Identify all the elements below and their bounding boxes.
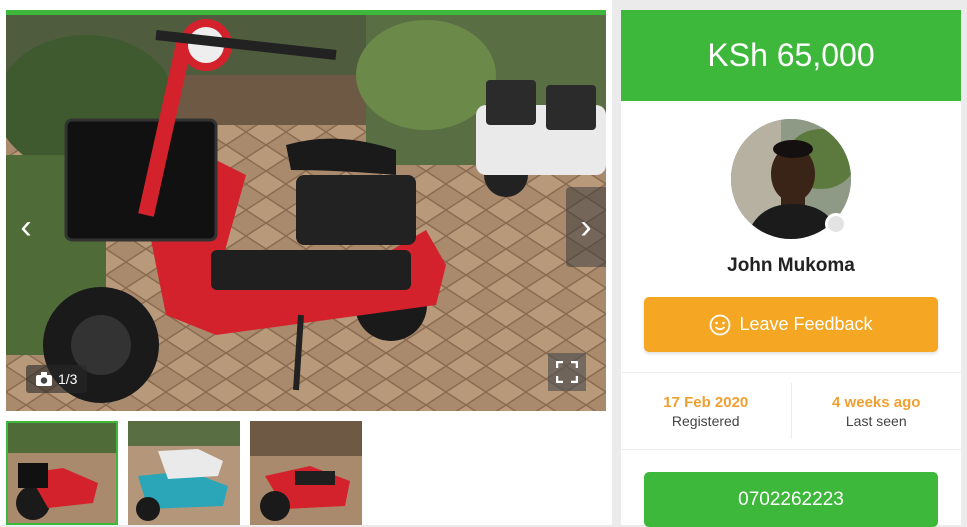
seller-card: KSh 65,000 John Mukoma Leave Feedback 17…: [621, 10, 961, 527]
thumbnail-strip: [6, 421, 362, 525]
chevron-left-icon: ‹: [20, 207, 32, 246]
fullscreen-icon: [556, 361, 578, 383]
smile-icon: [710, 314, 731, 335]
price-banner: KSh 65,000: [621, 10, 961, 101]
photo-counter: 1/3: [26, 365, 88, 393]
show-phone-button[interactable]: 0702262223: [644, 472, 938, 527]
thumbnail-image: [250, 421, 362, 525]
fullscreen-button[interactable]: [548, 353, 586, 391]
thumbnail-3[interactable]: [250, 421, 362, 525]
seller-avatar-wrap: [731, 119, 851, 239]
registered-stat: 17 Feb 2020 Registered: [621, 373, 791, 449]
scooter-photo: [6, 15, 606, 411]
last-seen-label: Last seen: [845, 412, 907, 429]
leave-feedback-button[interactable]: Leave Feedback: [644, 297, 938, 352]
thumbnail-image: [8, 423, 116, 523]
seller-name: John Mukoma: [727, 255, 855, 276]
last-seen-stat: 4 weeks ago Last seen: [790, 383, 962, 439]
thumbnail-image: [128, 421, 240, 525]
phone-number: 0702262223: [738, 488, 844, 510]
registered-date: 17 Feb 2020: [663, 393, 749, 411]
camera-icon: [36, 372, 52, 386]
previous-photo-button[interactable]: ‹: [6, 187, 46, 267]
next-photo-button[interactable]: ›: [566, 187, 606, 267]
thumbnail-1[interactable]: [6, 421, 118, 525]
seller-stats: 17 Feb 2020 Registered 4 weeks ago Last …: [621, 372, 961, 450]
photo-counter-text: 1/3: [58, 371, 78, 387]
price-text: KSh 65,000: [707, 37, 875, 73]
last-seen-value: 4 weeks ago: [832, 393, 921, 411]
gallery: ‹ › 1/3: [0, 0, 612, 525]
thumbnail-2[interactable]: [128, 421, 240, 525]
main-photo[interactable]: ‹ › 1/3: [6, 15, 606, 411]
online-status-dot: [825, 213, 847, 235]
registered-label: Registered: [671, 412, 740, 429]
leave-feedback-label: Leave Feedback: [739, 314, 873, 334]
chevron-right-icon: ›: [580, 207, 592, 246]
